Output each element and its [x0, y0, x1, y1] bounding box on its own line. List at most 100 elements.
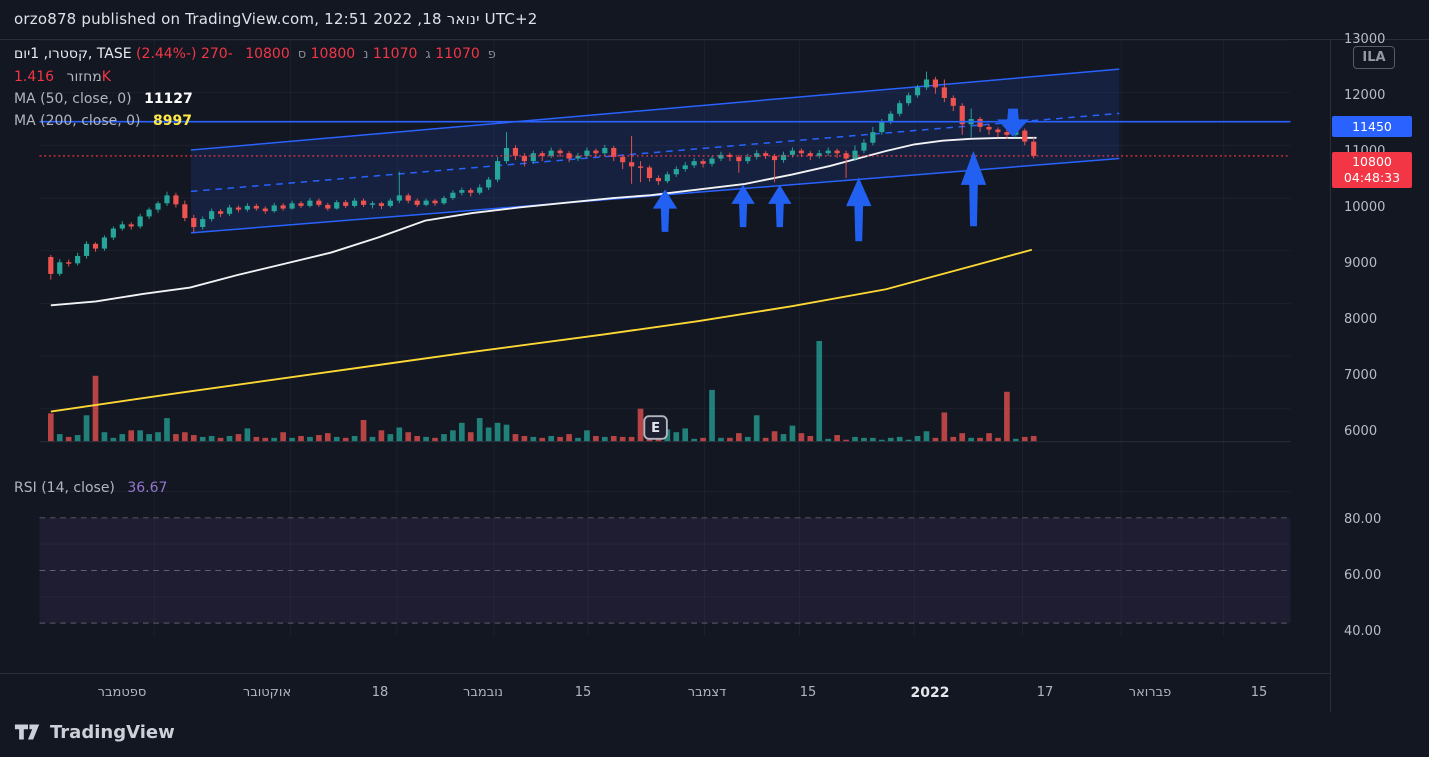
volume-bar — [923, 431, 930, 442]
time-scale[interactable]: ספטמבר אוקטובר 18 נובמבר 15 דצמבר 15 2022 17 פברו… — [0, 673, 1330, 711]
volume-bar — [1030, 435, 1037, 442]
candle-body — [200, 219, 206, 227]
candle-body — [521, 155, 527, 162]
buy-signal-arrow-up[interactable] — [767, 184, 792, 228]
rsi-legend[interactable]: RSI (14, close) 36.67 — [14, 480, 167, 496]
candle-body — [932, 79, 938, 88]
candle-body — [477, 187, 483, 193]
volume-bar — [834, 435, 840, 442]
candle-body — [584, 150, 590, 156]
candle-body — [655, 177, 662, 182]
volume-bar — [423, 436, 429, 442]
volume-bar — [262, 437, 269, 442]
price-scale[interactable]: ILA 130001200011000100009000800070006000… — [1330, 32, 1429, 712]
candle-body — [66, 262, 72, 264]
symbol-legend[interactable]: קסטרו, 1יום, TASE פ 11070 ג 11070 נ 10800 ס… — [14, 46, 496, 62]
volume-bar — [530, 436, 537, 442]
candle-body — [1004, 132, 1010, 135]
candle-body — [146, 209, 152, 217]
candle-body — [646, 167, 653, 178]
time-axis-label: 2022 — [910, 685, 950, 701]
tradingview-logo-icon — [14, 724, 40, 740]
volume-bar — [289, 437, 295, 442]
volume-bar — [548, 435, 555, 442]
candle-body — [852, 150, 858, 159]
tradingview-logo[interactable]: TradingView — [14, 719, 175, 745]
candle-body — [128, 224, 134, 227]
volume-bar — [753, 415, 760, 442]
candle-body — [369, 203, 376, 205]
volume-bar — [414, 435, 420, 442]
ma50-legend[interactable]: MA (50, close, 0) 11127 — [14, 91, 193, 107]
candle-body — [441, 198, 447, 204]
candle-body — [789, 150, 796, 155]
ma200-legend[interactable]: MA (200, close, 0) 8997 — [14, 113, 192, 129]
volume-bar — [467, 432, 474, 442]
volume-bar — [870, 437, 876, 442]
last-price-value: 10800 — [1352, 154, 1392, 170]
symbol-quick-button[interactable]: ILA — [1353, 46, 1395, 69]
alert-price-label[interactable]: 11450 — [1332, 115, 1412, 137]
volume-bar — [575, 437, 581, 442]
volume-bar — [887, 437, 894, 442]
candle-body — [92, 243, 99, 249]
volume-bar — [959, 433, 966, 442]
volume-bar — [83, 415, 90, 442]
volume-bar — [789, 425, 796, 442]
buy-signal-arrow-up[interactable] — [846, 177, 872, 242]
low-value: 10800 — [310, 46, 356, 62]
volume-bar — [450, 430, 456, 442]
volume-bar — [119, 434, 126, 442]
time-axis-label: 15 — [799, 685, 817, 700]
volume-bar — [155, 432, 161, 442]
candle-body — [548, 150, 554, 156]
volume-bar — [244, 428, 251, 442]
candle-body — [57, 262, 63, 274]
candle-body — [1022, 130, 1028, 142]
tradingview-published-chart: { "header": { "published_line": "orzo878… — [0, 0, 1429, 757]
candle-body — [459, 190, 465, 193]
volume-bar — [682, 428, 689, 442]
low-letter: נ — [363, 47, 369, 62]
ma200-value: 8997 — [152, 113, 192, 129]
time-axis-label: פברואר — [1128, 685, 1172, 700]
volume-bar — [405, 432, 412, 442]
candle-body — [360, 200, 367, 205]
chart-canvas[interactable]: E — [0, 40, 1330, 673]
volume-bar — [235, 434, 242, 442]
candle-body — [271, 205, 277, 212]
candle-body — [664, 174, 670, 182]
candle-body — [468, 190, 474, 193]
candle-body — [432, 200, 438, 204]
volume-bar — [539, 437, 546, 442]
candle-body — [298, 203, 304, 206]
ma50-value: 11127 — [144, 91, 193, 107]
candle-body — [870, 132, 876, 143]
volume-bar — [396, 427, 403, 442]
candle-body — [879, 121, 885, 133]
candle-body — [512, 147, 519, 156]
rsi-axis-label: 60.00 — [1344, 568, 1382, 583]
candle-body — [101, 237, 108, 249]
volume-bar — [896, 436, 903, 442]
volume-bar — [807, 435, 814, 442]
last-price-label[interactable]: 10800 04:48:33 — [1332, 152, 1412, 189]
candle-body — [736, 156, 742, 162]
publish-header: orzo878 published on TradingView.com, 12… — [0, 0, 1429, 40]
candle-body — [682, 165, 688, 170]
buy-signal-arrow-up[interactable] — [731, 184, 755, 228]
volume-bar — [476, 418, 483, 442]
price-axis-label: 13000 — [1344, 32, 1386, 47]
volume-bar — [271, 437, 278, 442]
volume-legend[interactable]: מחזור 1.416K — [14, 69, 111, 85]
volume-bar — [709, 389, 715, 442]
candle-body — [209, 211, 215, 220]
time-axis-label: 15 — [1250, 685, 1268, 700]
candle-body — [700, 161, 706, 164]
ma200-line[interactable] — [50, 248, 1033, 413]
candle-body — [861, 142, 867, 151]
volume-bar — [208, 435, 215, 442]
volume-bar — [101, 432, 108, 442]
volume-label: מחזור — [66, 69, 102, 85]
volume-bar — [298, 435, 304, 442]
